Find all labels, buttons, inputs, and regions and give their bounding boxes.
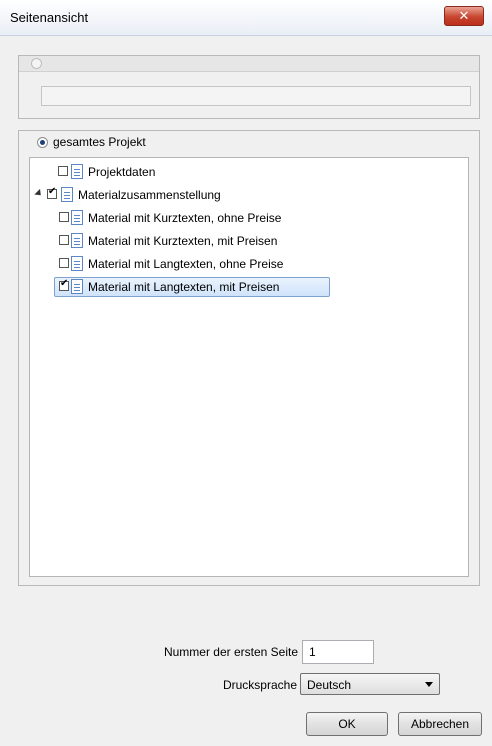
tree-item-checkbox[interactable]	[59, 212, 69, 222]
cancel-button-label: Abbrechen	[410, 717, 470, 731]
first-page-label: Nummer der ersten Seite	[163, 645, 298, 659]
tree-item-label: Projektdaten	[88, 165, 156, 179]
title-bar: Seitenansicht ✕	[0, 0, 492, 36]
print-language-select[interactable]: Deutsch	[300, 673, 440, 695]
tree-item-materialzusammenstellung[interactable]: ✔ Materialzusammenstellung	[30, 185, 466, 205]
document-icon	[71, 256, 83, 271]
tree-item-kurz-ohne-preise[interactable]: Material mit Kurztexten, ohne Preise	[30, 208, 466, 228]
first-page-input[interactable]: 1	[302, 640, 374, 664]
tree-item-label: Material mit Kurztexten, mit Preisen	[88, 234, 278, 248]
tree-item-label: Materialzusammenstellung	[78, 188, 221, 202]
document-icon	[71, 233, 83, 248]
close-button[interactable]: ✕	[444, 6, 484, 26]
tree-item-label: Material mit Langtexten, mit Preisen	[88, 280, 280, 294]
single-page-field	[41, 86, 471, 106]
document-icon	[71, 279, 83, 294]
tree-item-label: Material mit Kurztexten, ohne Preise	[88, 211, 282, 225]
tree-item-checkbox[interactable]	[58, 166, 68, 176]
expand-arrow-icon[interactable]	[34, 188, 44, 199]
tree-item-projektdaten[interactable]: Projektdaten	[30, 162, 466, 182]
chevron-down-icon	[425, 682, 433, 687]
tree-item-kurz-mit-preisen[interactable]: Material mit Kurztexten, mit Preisen	[30, 231, 466, 251]
ok-button[interactable]: OK	[306, 712, 388, 736]
print-language-label: Drucksprache	[222, 678, 297, 692]
whole-project-label: gesamtes Projekt	[53, 135, 146, 149]
print-language-value: Deutsch	[307, 678, 352, 692]
document-icon	[71, 210, 83, 225]
tree-item-checkbox[interactable]: ✔	[59, 278, 69, 291]
close-icon: ✕	[458, 8, 470, 23]
whole-project-radio[interactable]	[37, 137, 48, 148]
tree-item-checkbox[interactable]	[59, 235, 69, 245]
single-page-radio[interactable]	[31, 58, 42, 69]
ok-button-label: OK	[338, 717, 356, 731]
whole-project-group-header: gesamtes Projekt	[19, 131, 479, 153]
tree-item-checkbox[interactable]: ✔	[47, 186, 57, 199]
cancel-button[interactable]: Abbrechen	[398, 712, 482, 736]
tree-item-lang-mit-preisen[interactable]: ✔ Material mit Langtexten, mit Preisen	[30, 277, 466, 297]
tree-item-checkbox[interactable]	[59, 258, 69, 268]
tree-item-lang-ohne-preise[interactable]: Material mit Langtexten, ohne Preise	[30, 254, 466, 274]
document-icon	[61, 187, 73, 202]
whole-project-group: gesamtes Projekt Projektdaten ✔ Material…	[18, 130, 480, 586]
tree-item-label: Material mit Langtexten, ohne Preise	[88, 257, 284, 271]
single-page-group	[18, 55, 480, 119]
document-icon	[71, 164, 83, 179]
window-title: Seitenansicht	[10, 10, 89, 25]
single-page-group-header	[19, 56, 479, 72]
radio-selected-dot	[40, 140, 45, 145]
report-tree[interactable]: Projektdaten ✔ Materialzusammenstellung …	[29, 157, 469, 577]
